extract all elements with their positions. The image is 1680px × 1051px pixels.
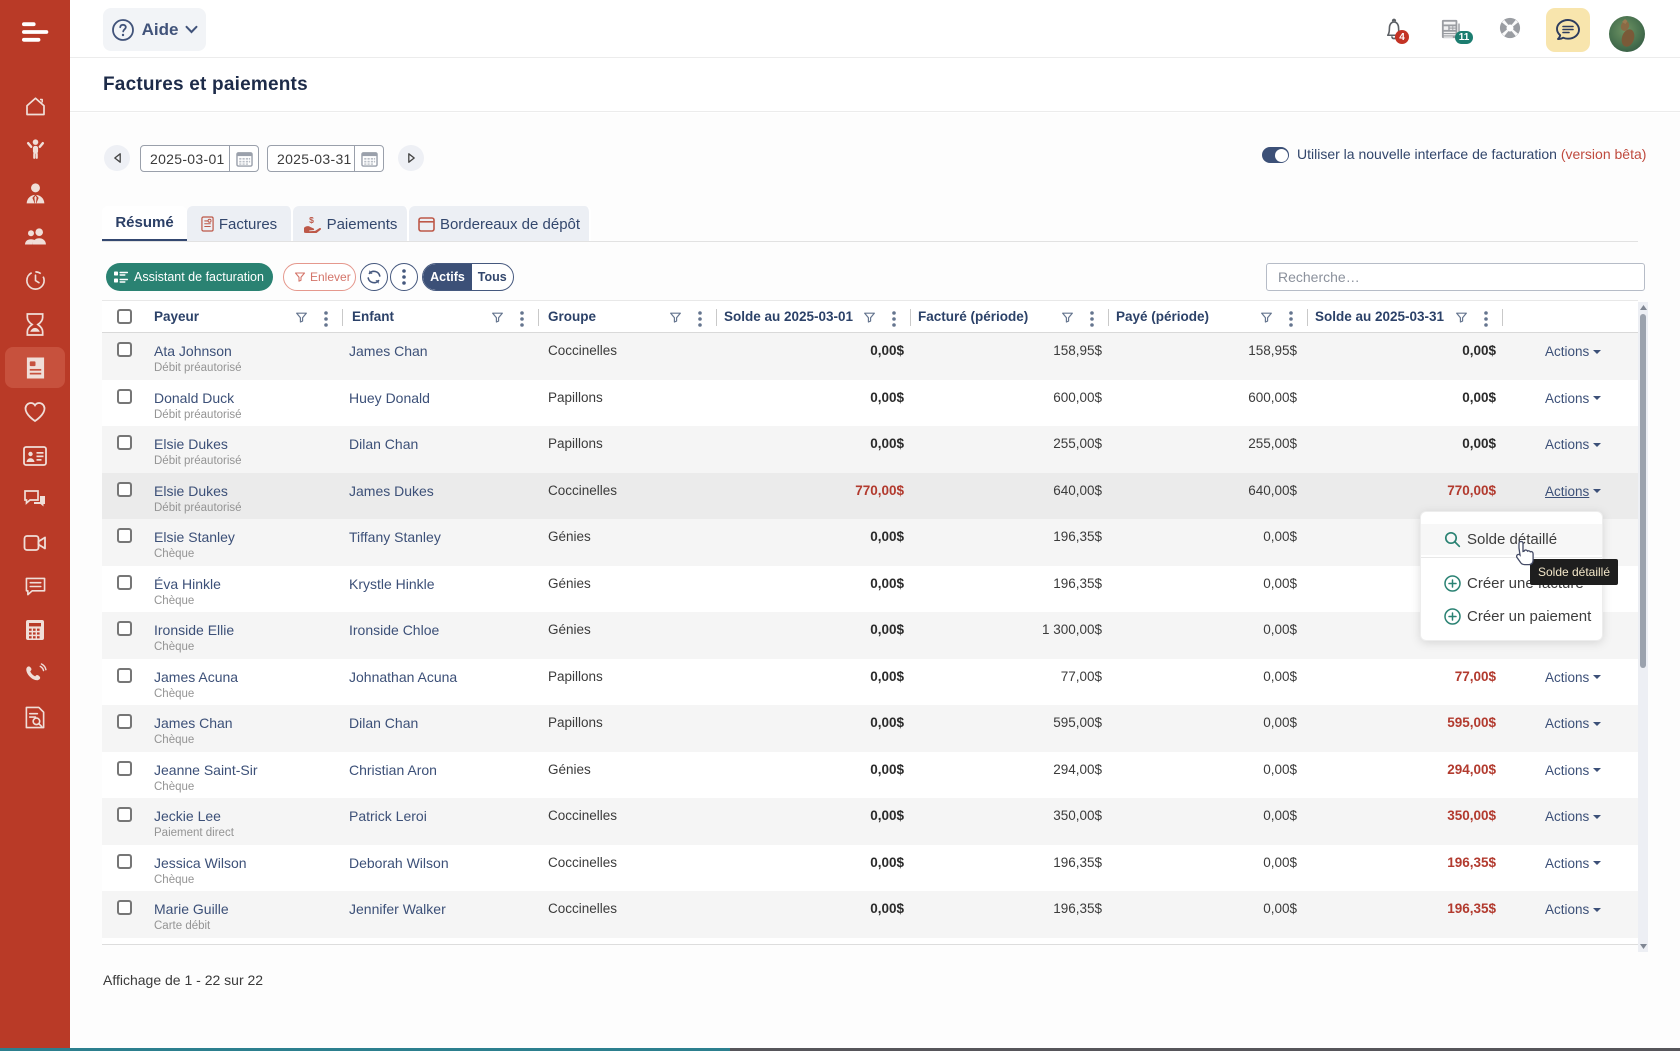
svg-text:$: $ bbox=[309, 216, 314, 225]
